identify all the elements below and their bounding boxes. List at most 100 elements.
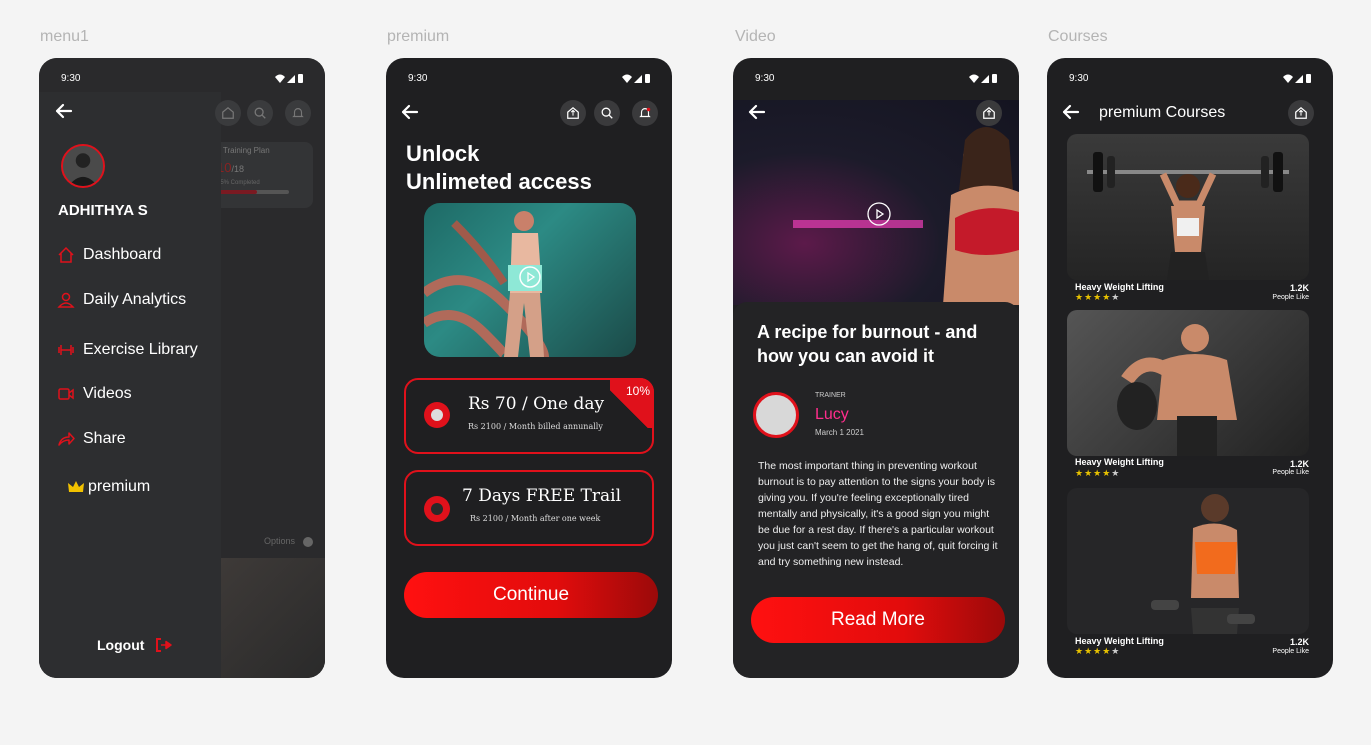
frame-label-premium: premium — [387, 28, 450, 45]
premium-home-icon — [1295, 106, 1307, 119]
user-name: ADHITHYA S — [58, 202, 148, 219]
star-rating: ★★★★★ — [1075, 646, 1121, 656]
menu-item-videos[interactable]: Videos — [57, 385, 132, 403]
menu-item-premium[interactable]: premium — [67, 478, 150, 496]
menu-item-label: Exercise Library — [83, 341, 198, 358]
logout-icon — [156, 638, 173, 652]
menu-item-exercise-library[interactable]: Exercise Library — [57, 341, 198, 359]
likes-count: 1.2K — [1289, 637, 1309, 647]
bell-icon — [285, 100, 311, 126]
play-icon — [519, 266, 541, 288]
plan-option-free-trial[interactable]: 7 Days FREE Trail Rs 2100 / Month after … — [404, 470, 654, 546]
status-time: 9:30 — [755, 73, 775, 84]
likes-label: People Like — [1272, 469, 1309, 476]
read-more-button[interactable]: Read More — [751, 597, 1005, 643]
course-name: Heavy Weight Lifting — [1075, 636, 1164, 646]
article-body: The most important thing in preventing w… — [758, 460, 998, 568]
plan-option-one-day[interactable]: Rs 70 / One day Rs 2100 / Month billed a… — [404, 378, 654, 454]
video-screen: 9:30 A recipe for burnout - and how you … — [733, 58, 1019, 678]
plan-title: 7 Days FREE Trail — [462, 486, 622, 506]
bell-icon — [639, 107, 651, 118]
title-line-1: Unlock — [406, 141, 480, 166]
back-arrow-icon[interactable] — [1060, 101, 1082, 123]
course-image — [1067, 310, 1309, 456]
menu-item-label: Daily Analytics — [83, 291, 187, 308]
plan-progress-bar — [217, 190, 289, 194]
menu-item-share[interactable]: Share — [57, 430, 126, 448]
course-image — [1067, 134, 1309, 280]
signal-icon — [275, 74, 303, 83]
premium-home-button[interactable] — [1288, 100, 1314, 126]
frame-label-courses: Courses — [1048, 28, 1108, 45]
status-bar: 9:30 — [61, 72, 307, 86]
menu-item-dashboard[interactable]: Dashboard — [57, 246, 161, 264]
discount-badge: 10% — [610, 378, 654, 428]
trainer-avatar[interactable] — [753, 392, 799, 438]
page-title: premium Courses — [1099, 104, 1226, 121]
video-icon — [58, 388, 74, 400]
plan-radio[interactable] — [424, 496, 450, 522]
course-card[interactable]: Heavy Weight Lifting ★★★★★ 1.2K People L… — [1067, 488, 1309, 658]
search-icon — [247, 100, 273, 126]
back-arrow-icon[interactable] — [746, 101, 768, 123]
premium-home-button[interactable] — [560, 100, 586, 126]
avatar[interactable] — [61, 144, 105, 188]
notifications-button[interactable] — [632, 100, 658, 126]
trainer-label: TRAINER — [815, 392, 846, 399]
title-line-2: Unlimeted access — [406, 169, 592, 194]
likes-label: People Like — [1272, 294, 1309, 301]
status-bar: 9:30 — [1069, 72, 1315, 86]
continue-label: Continue — [492, 584, 570, 605]
user-icon — [57, 292, 75, 308]
trainer-name[interactable]: Lucy — [815, 406, 849, 424]
frame-label-menu: menu1 — [40, 28, 89, 45]
menu-screen: ly Training Plan 10/18 55% Completed Opt… — [39, 58, 325, 678]
likes-count: 1.2K — [1289, 459, 1309, 469]
gear-icon — [303, 537, 313, 547]
signal-icon — [1283, 74, 1311, 83]
menu-item-label: Share — [83, 430, 126, 447]
logout-button[interactable]: Logout — [97, 636, 173, 654]
search-button[interactable] — [594, 100, 620, 126]
premium-hero-image[interactable] — [424, 203, 636, 357]
continue-button[interactable]: Continue — [404, 572, 658, 618]
menu-item-label: premium — [88, 478, 151, 495]
likes-count: 1.2K — [1289, 283, 1309, 293]
course-card[interactable]: Heavy Weight Lifting ★★★★★ 1.2K People L… — [1067, 310, 1309, 480]
courses-screen: 9:30 premium Courses Heavy Weight Liftin… — [1047, 58, 1333, 678]
course-card[interactable]: Heavy Weight Lifting ★★★★★ 1.2K People L… — [1067, 134, 1309, 304]
menu-item-label: Videos — [83, 385, 132, 402]
training-plan-title: ly Training Plan — [215, 146, 270, 155]
status-time: 9:30 — [1069, 73, 1089, 84]
back-arrow-icon[interactable] — [399, 101, 421, 123]
logout-label: Logout — [97, 637, 145, 653]
star-rating: ★★★★★ — [1075, 468, 1121, 478]
background-image — [221, 558, 325, 678]
article-title: A recipe for burnout - and how you can a… — [757, 322, 978, 366]
menu-item-daily-analytics[interactable]: Daily Analytics — [57, 291, 186, 309]
search-icon — [601, 107, 613, 119]
premium-home-icon — [983, 106, 995, 119]
likes-label: People Like — [1272, 648, 1309, 655]
article-date: March 1 2021 — [815, 428, 864, 437]
frame-label-video: Video — [735, 28, 776, 45]
home-icon — [58, 246, 74, 263]
status-time: 9:30 — [61, 73, 81, 84]
status-bar: 9:30 — [755, 72, 1001, 86]
course-image — [1067, 488, 1309, 634]
share-icon — [58, 432, 75, 446]
plan-total: /18 — [231, 164, 244, 174]
play-icon[interactable] — [867, 202, 891, 226]
crown-icon — [68, 481, 84, 492]
premium-home-button[interactable] — [976, 100, 1002, 126]
premium-screen: 9:30 Unlock Unlimeted access Rs 70 / One… — [386, 58, 672, 678]
read-more-label: Read More — [831, 609, 925, 630]
back-arrow-icon[interactable] — [53, 100, 75, 122]
status-time: 9:30 — [408, 73, 428, 84]
plan-subtitle: Rs 2100 / Month billed annunally — [468, 422, 603, 431]
video-player[interactable] — [733, 100, 1019, 305]
premium-home-icon — [567, 106, 579, 119]
course-name: Heavy Weight Lifting — [1075, 282, 1164, 292]
course-name: Heavy Weight Lifting — [1075, 457, 1164, 467]
plan-radio-selected[interactable] — [424, 402, 450, 428]
